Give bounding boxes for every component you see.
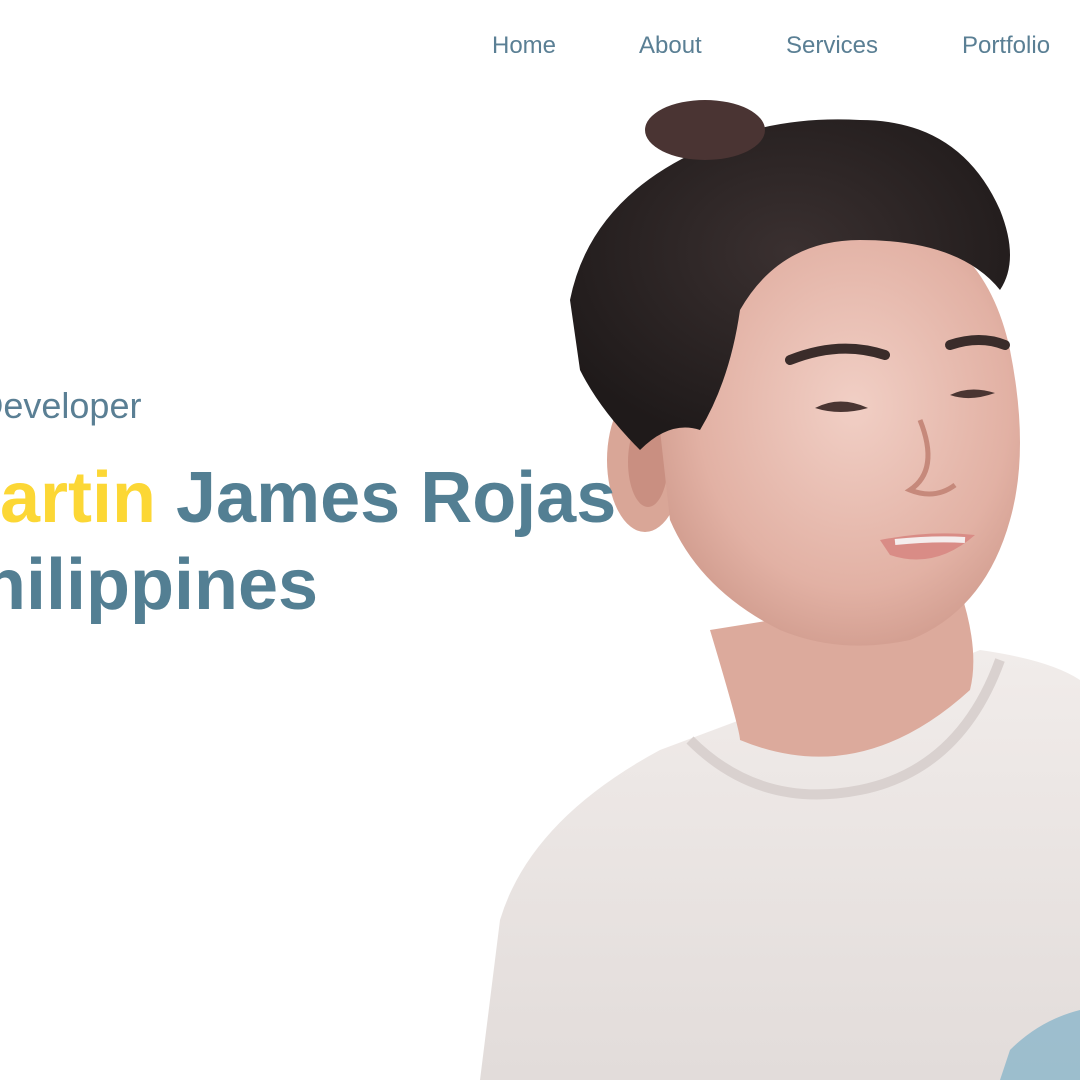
- hero-location: Philippines: [0, 545, 319, 625]
- portrait-illustration: [480, 100, 1080, 1080]
- page: Home About Services Portfolio Web Develo…: [0, 0, 1080, 1080]
- hero-name: Martin James Rojas: [0, 458, 616, 538]
- nav-home-link[interactable]: Home: [492, 28, 556, 64]
- main-nav: Home About Services Portfolio: [0, 28, 1080, 64]
- nav-portfolio-link[interactable]: Portfolio: [962, 28, 1050, 64]
- nav-about-link[interactable]: About: [639, 28, 702, 64]
- nav-services-link[interactable]: Services: [786, 28, 878, 64]
- hero-role: Web Developer: [0, 385, 142, 426]
- hero-name-rest: James Rojas: [156, 458, 617, 538]
- portrait-image: [440, 90, 1080, 1080]
- hero-first-name: Martin: [0, 458, 156, 538]
